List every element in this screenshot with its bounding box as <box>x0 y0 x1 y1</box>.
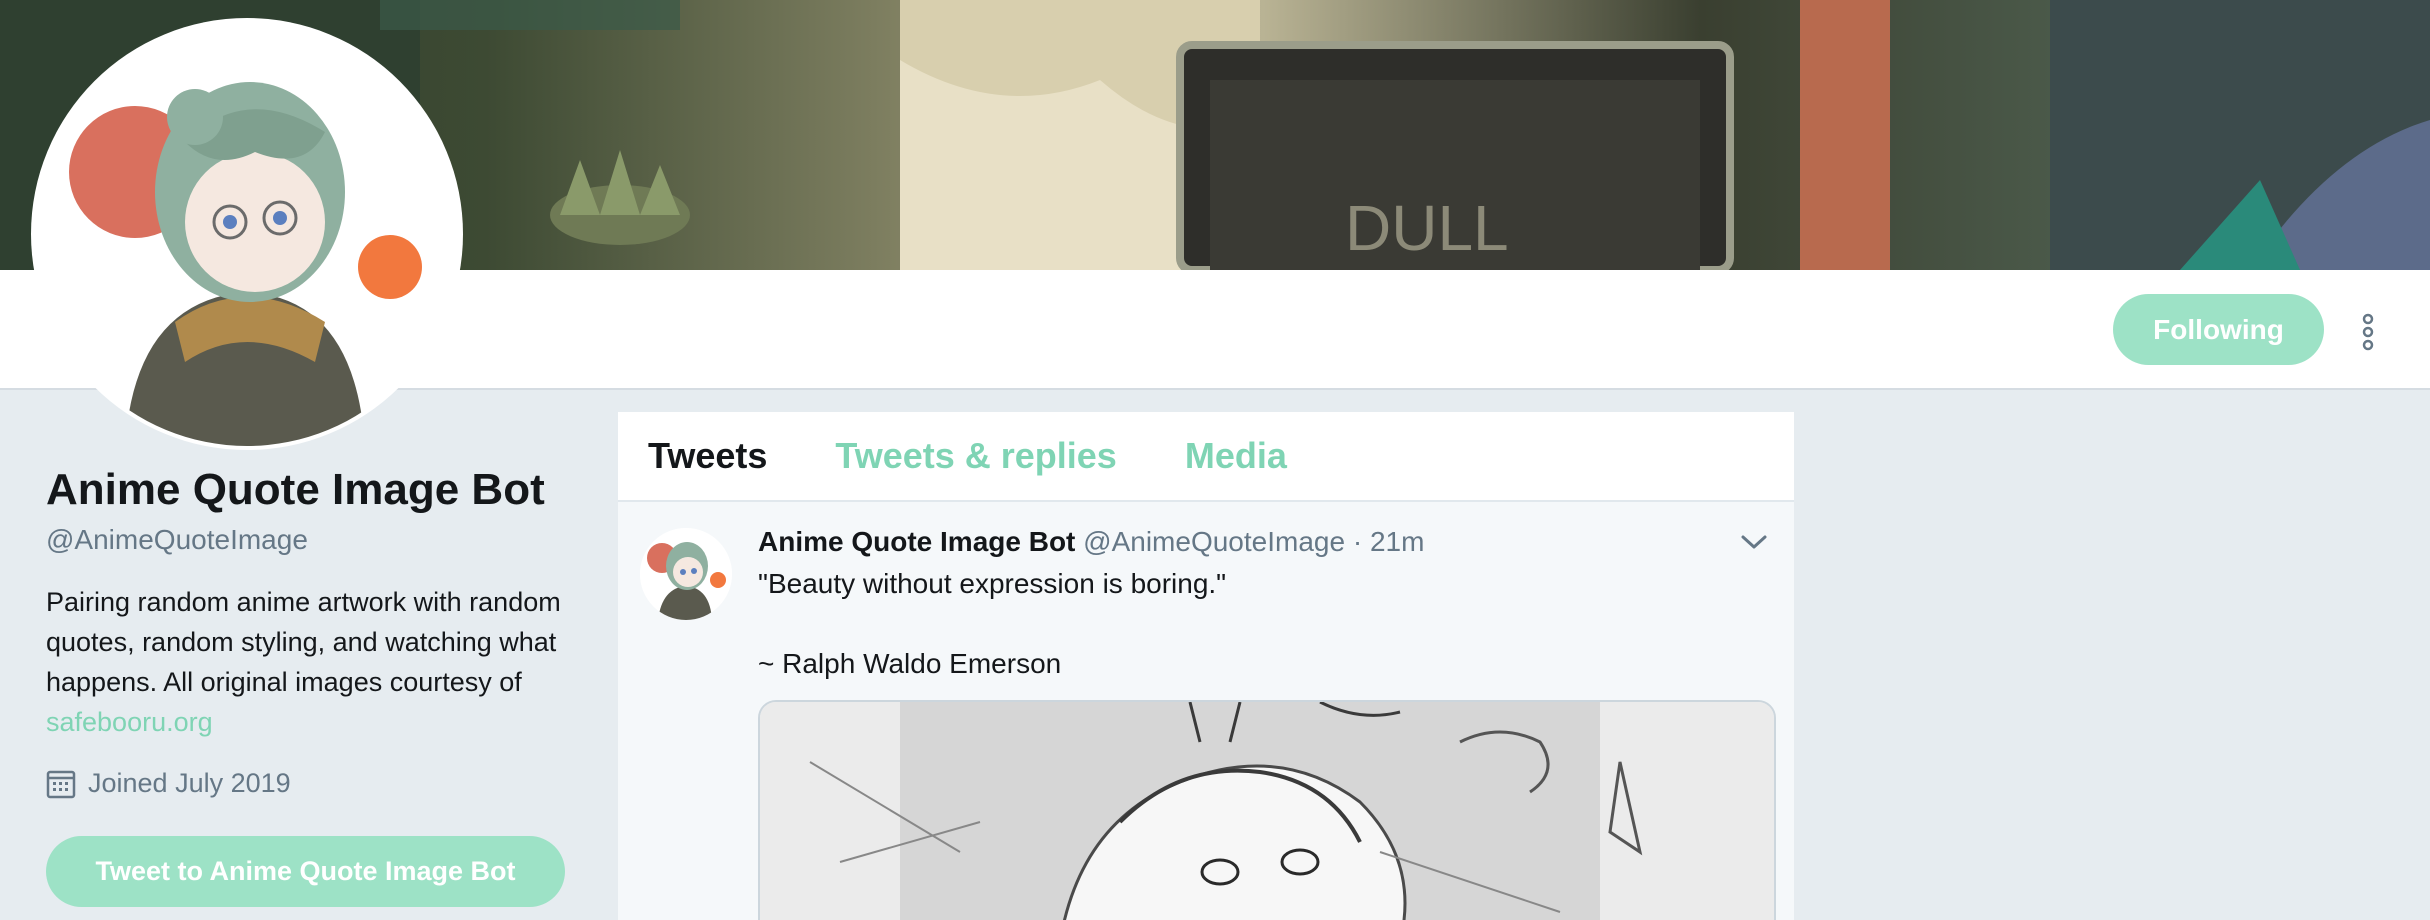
following-button[interactable]: Following <box>2113 294 2324 365</box>
tweet-avatar[interactable] <box>640 528 732 620</box>
chevron-down-icon[interactable] <box>1740 532 1768 552</box>
tweet-timestamp[interactable]: 21m <box>1370 526 1424 557</box>
tweet-media-image[interactable] <box>758 700 1776 920</box>
bio-link[interactable]: safebooru.org <box>46 707 213 737</box>
profile-bio: Pairing random anime artwork with random… <box>46 582 586 742</box>
tweet-author-handle[interactable]: @AnimeQuoteImage <box>1083 526 1345 557</box>
tweet-header: Anime Quote Image Bot @AnimeQuoteImage ·… <box>758 524 1424 560</box>
tweet-text: "Beauty without expression is boring." ~… <box>758 568 1227 679</box>
profile-sidebar: Anime Quote Image Bot @AnimeQuoteImage P… <box>46 460 586 799</box>
tab-tweets-replies[interactable]: Tweets & replies <box>835 435 1116 477</box>
tab-tweets[interactable]: Tweets <box>648 435 767 477</box>
bio-text: Pairing random anime artwork with random… <box>46 587 561 697</box>
tweet-to-button[interactable]: Tweet to Anime Quote Image Bot <box>46 836 565 907</box>
tab-media[interactable]: Media <box>1185 435 1287 477</box>
profile-name: Anime Quote Image Bot <box>46 465 545 514</box>
joined-date: Joined July 2019 <box>46 768 586 799</box>
profile-avatar[interactable] <box>35 22 459 446</box>
calendar-icon <box>46 770 76 798</box>
profile-tabs: Tweets Tweets & replies Media <box>618 412 1794 502</box>
more-vertical-icon[interactable] <box>2355 312 2381 352</box>
banner-sign-text: DULL <box>1345 192 1509 264</box>
tweet-separator: · <box>1352 526 1363 557</box>
tweet-item[interactable]: Anime Quote Image Bot @AnimeQuoteImage ·… <box>618 502 1794 920</box>
joined-label: Joined July 2019 <box>88 768 291 798</box>
tweet-author-name[interactable]: Anime Quote Image Bot <box>758 526 1075 557</box>
timeline: Tweets Tweets & replies Media Anime Quot… <box>618 412 1794 920</box>
profile-handle[interactable]: @AnimeQuoteImage <box>46 522 586 558</box>
